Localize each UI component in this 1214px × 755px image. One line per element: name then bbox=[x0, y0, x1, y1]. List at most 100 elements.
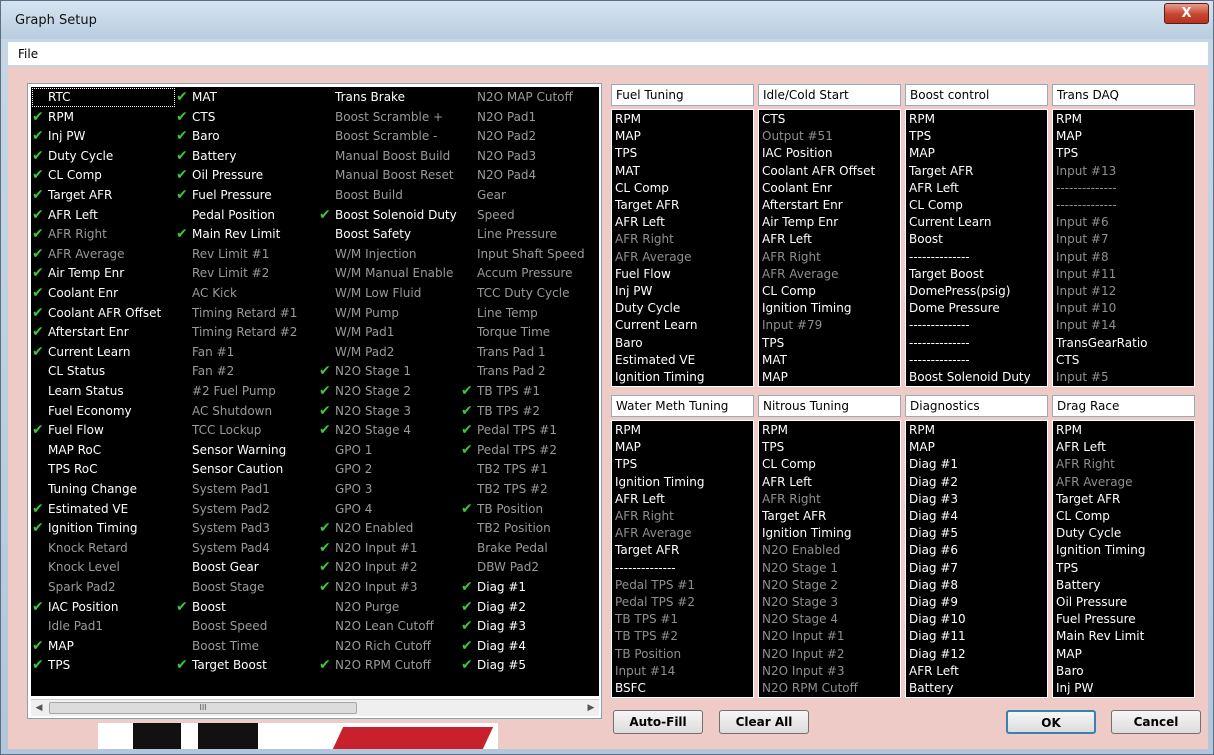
group-channel-item[interactable]: -------------- bbox=[909, 249, 970, 266]
group-title-input[interactable]: Water Meth Tuning bbox=[611, 395, 754, 417]
channel-item[interactable]: System Pad4 bbox=[176, 539, 318, 558]
channel-item[interactable]: AC Kick bbox=[176, 284, 318, 303]
channel-item[interactable]: GPO 3 bbox=[319, 480, 460, 499]
group-channel-item[interactable]: Diag #4 bbox=[909, 508, 958, 525]
group-channel-item[interactable]: RPM bbox=[615, 422, 641, 439]
group-channel-item[interactable]: TB TPS #2 bbox=[615, 628, 678, 645]
channel-item[interactable]: ✔ N2O Stage 3 bbox=[319, 402, 460, 421]
channel-item[interactable]: Boost Safety bbox=[319, 225, 460, 244]
channel-item[interactable]: Sensor Warning bbox=[176, 441, 318, 460]
channel-item[interactable]: N2O Rich Cutoff bbox=[319, 637, 460, 656]
channel-item[interactable]: N2O Purge bbox=[319, 598, 460, 617]
channel-item[interactable]: Line Pressure bbox=[461, 225, 598, 244]
group-channel-item[interactable]: AFR Average bbox=[762, 266, 839, 283]
group-title-input[interactable]: Fuel Tuning bbox=[611, 84, 754, 106]
group-channel-item[interactable]: AFR Left bbox=[762, 231, 812, 248]
group-channel-item[interactable]: Current Learn bbox=[615, 317, 697, 334]
group-channel-item[interactable]: RPM bbox=[1056, 111, 1082, 128]
channel-item[interactable]: Timing Retard #1 bbox=[176, 304, 318, 323]
channel-item[interactable]: ✔ Battery bbox=[176, 147, 318, 166]
channel-item[interactable]: ✔ N2O Input #3 bbox=[319, 578, 460, 597]
group-channel-list[interactable]: RPM MAP TPS Ignition Timing AFR Left AFR Righ… bbox=[611, 420, 754, 698]
channel-item[interactable]: Gear bbox=[461, 186, 598, 205]
channel-item[interactable]: ✔ Main Rev Limit bbox=[176, 225, 318, 244]
group-channel-item[interactable]: AFR Average bbox=[1056, 474, 1133, 491]
channel-item[interactable]: Knock Level bbox=[32, 558, 175, 577]
group-channel-item[interactable]: -------------- bbox=[1056, 197, 1117, 214]
channel-item[interactable]: Tuning Change bbox=[32, 480, 175, 499]
channel-item[interactable]: Trans Pad 2 bbox=[461, 362, 598, 381]
group-channel-item[interactable]: Diag #11 bbox=[909, 628, 966, 645]
autofill-button[interactable]: Auto-Fill bbox=[613, 710, 703, 734]
title-bar[interactable]: Graph Setup X bbox=[1, 1, 1213, 39]
group-channel-item[interactable]: Fuel Pressure bbox=[1056, 611, 1136, 628]
channel-item[interactable]: Boost Gear bbox=[176, 558, 318, 577]
group-channel-item[interactable]: TPS bbox=[762, 439, 784, 456]
group-channel-item[interactable]: AFR Left bbox=[615, 214, 665, 231]
group-channel-item[interactable]: Input #13 bbox=[1056, 163, 1116, 180]
channel-item[interactable]: ✔ CTS bbox=[176, 108, 318, 127]
group-channel-item[interactable]: N2O Input #1 bbox=[762, 628, 844, 645]
group-channel-list[interactable]: RPM TPS CL Comp AFR Left AFR Right Target AFR… bbox=[758, 420, 901, 698]
channel-item[interactable]: Brake Pedal bbox=[461, 539, 598, 558]
channel-item[interactable]: Pedal Position bbox=[176, 206, 318, 225]
group-channel-item[interactable]: TPS bbox=[762, 335, 784, 352]
group-channel-item[interactable]: -------------- bbox=[909, 335, 970, 352]
channel-item[interactable]: Boost Time bbox=[176, 637, 318, 656]
group-channel-item[interactable]: Fuel Flow bbox=[615, 266, 671, 283]
group-channel-item[interactable]: CL Comp bbox=[615, 180, 669, 197]
channel-item[interactable]: Boost Build bbox=[319, 186, 460, 205]
channel-item[interactable]: AC Shutdown bbox=[176, 402, 318, 421]
channel-item[interactable]: GPO 4 bbox=[319, 500, 460, 519]
channel-item[interactable]: N2O Pad1 bbox=[461, 108, 598, 127]
channel-item[interactable]: ✔ Afterstart Enr bbox=[32, 323, 175, 342]
group-channel-item[interactable]: Target Boost bbox=[909, 266, 984, 283]
channel-item[interactable]: Boost Speed bbox=[176, 617, 318, 636]
channel-item[interactable]: ✔ Current Learn bbox=[32, 343, 175, 362]
channel-item[interactable]: ✔ TPS bbox=[32, 656, 175, 675]
group-channel-item[interactable]: Afterstart Enr bbox=[762, 197, 843, 214]
group-title-input[interactable]: Trans DAQ bbox=[1052, 84, 1195, 106]
group-channel-item[interactable]: N2O Stage 3 bbox=[762, 594, 838, 611]
channel-item[interactable]: TCC Duty Cycle bbox=[461, 284, 598, 303]
group-channel-item[interactable]: Diag #5 bbox=[909, 525, 958, 542]
channel-item[interactable]: ✔ Estimated VE bbox=[32, 500, 175, 519]
group-channel-item[interactable]: N2O Input #3 bbox=[762, 663, 844, 680]
channel-item[interactable]: Accum Pressure bbox=[461, 264, 598, 283]
clear-all-button[interactable]: Clear All bbox=[719, 710, 809, 734]
group-channel-item[interactable]: N2O Input #2 bbox=[762, 646, 844, 663]
channel-item[interactable]: ✔ Boost Solenoid Duty bbox=[319, 206, 460, 225]
channel-item[interactable]: ✔ Duty Cycle bbox=[32, 147, 175, 166]
group-channel-item[interactable]: Main Rev Limit bbox=[1056, 628, 1144, 645]
channel-item[interactable]: ✔ N2O Input #2 bbox=[319, 558, 460, 577]
scrollbar-thumb[interactable]: III bbox=[49, 702, 357, 714]
channel-item[interactable]: Rev Limit #2 bbox=[176, 264, 318, 283]
group-channel-list[interactable]: CTS Output #51 IAC Position Coolant AFR Off… bbox=[758, 109, 901, 387]
channel-item[interactable]: Idle Pad1 bbox=[32, 617, 175, 636]
group-channel-item[interactable]: Diag #10 bbox=[909, 611, 966, 628]
channel-item[interactable]: ✔ Diag #5 bbox=[461, 656, 598, 675]
channel-item[interactable]: ✔ Diag #1 bbox=[461, 578, 598, 597]
group-channel-item[interactable]: -------------- bbox=[1056, 180, 1117, 197]
channel-item[interactable]: N2O Lean Cutoff bbox=[319, 617, 460, 636]
group-channel-item[interactable]: Target AFR bbox=[762, 508, 826, 525]
group-channel-item[interactable]: Baro bbox=[615, 335, 643, 352]
channel-item[interactable]: TB2 TPS #1 bbox=[461, 460, 598, 479]
channel-item[interactable]: ✔ AFR Right bbox=[32, 225, 175, 244]
group-channel-item[interactable]: Ignition Timing bbox=[615, 474, 704, 491]
group-channel-item[interactable]: Input #11 bbox=[1056, 266, 1116, 283]
channel-item[interactable]: ✔ Coolant Enr bbox=[32, 284, 175, 303]
group-channel-item[interactable]: -------------- bbox=[909, 317, 970, 334]
channel-item[interactable]: ✔ Diag #3 bbox=[461, 617, 598, 636]
group-channel-item[interactable]: RPM bbox=[1056, 422, 1082, 439]
group-channel-item[interactable]: Baro bbox=[1056, 663, 1084, 680]
group-channel-item[interactable]: RPM bbox=[909, 422, 935, 439]
group-channel-item[interactable]: Input #6 bbox=[1056, 214, 1109, 231]
channel-item[interactable]: ✔ Diag #4 bbox=[461, 637, 598, 656]
group-channel-item[interactable]: Duty Cycle bbox=[615, 300, 680, 317]
group-channel-item[interactable]: AFR Right bbox=[1056, 456, 1115, 473]
group-channel-item[interactable]: Output #51 bbox=[762, 128, 833, 145]
channel-item[interactable]: W/M Pump bbox=[319, 304, 460, 323]
scroll-right-arrow-icon[interactable]: ▶ bbox=[585, 702, 597, 714]
group-channel-item[interactable]: RPM bbox=[762, 422, 788, 439]
